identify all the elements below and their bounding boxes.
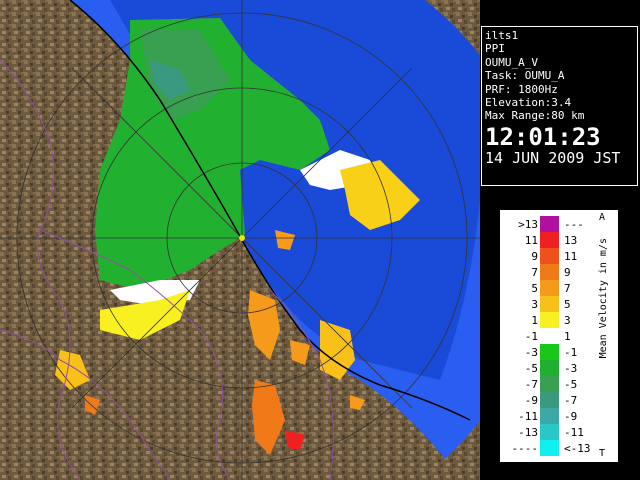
legend-swatch bbox=[540, 216, 559, 232]
max-range-value: Max Range:80 km bbox=[485, 109, 585, 123]
radar-site-marker bbox=[239, 235, 245, 241]
legend-label-left: -7 bbox=[524, 378, 538, 391]
legend-label-left: -5 bbox=[524, 362, 538, 375]
legend-label-left: -3 bbox=[524, 346, 538, 359]
legend-label-right: -5 bbox=[564, 378, 578, 391]
station-name: ilts1 bbox=[485, 29, 519, 42]
legend-label-right: 9 bbox=[564, 266, 571, 279]
legend-label-left: 11 bbox=[524, 234, 538, 247]
legend-swatch bbox=[540, 344, 559, 360]
legend-label-left: -13 bbox=[518, 426, 538, 439]
legend-swatch bbox=[540, 232, 559, 248]
elevation-value: Elevation:3.4 bbox=[485, 96, 572, 110]
info-panel: ilts1 PPI OUMU_A_V Task: OUMU_A PRF: 180… bbox=[481, 26, 638, 186]
legend-label-left: -9 bbox=[524, 394, 538, 407]
legend-label-left: 7 bbox=[531, 266, 538, 279]
legend-swatch bbox=[540, 280, 559, 296]
legend-swatch bbox=[540, 296, 559, 312]
legend-swatch bbox=[540, 376, 559, 392]
legend-label-left: 1 bbox=[531, 314, 538, 327]
legend-label-right: 5 bbox=[564, 298, 571, 311]
task-name: Task: OUMU_A bbox=[485, 69, 565, 83]
legend-label-right: 3 bbox=[564, 314, 571, 327]
legend-label-right: -1 bbox=[564, 346, 578, 359]
legend-swatch bbox=[540, 440, 559, 456]
legend-swatch bbox=[540, 248, 559, 264]
legend-label-right: --- bbox=[564, 218, 584, 231]
scan-time: 12:01:23 bbox=[485, 122, 601, 151]
legend-corner-bottom: T bbox=[599, 448, 606, 459]
legend-label-left: -11 bbox=[518, 410, 538, 423]
legend-label-left: 9 bbox=[531, 250, 538, 263]
legend-swatch bbox=[540, 312, 559, 328]
legend-label-left: 5 bbox=[531, 282, 538, 295]
product-name: OUMU_A_V bbox=[485, 55, 538, 69]
scan-date: 14 JUN 2009 JST bbox=[485, 148, 621, 167]
legend-label-right: -3 bbox=[564, 362, 578, 375]
prf-value: PRF: 1800Hz bbox=[485, 82, 558, 96]
legend-label-right: -11 bbox=[564, 426, 584, 439]
legend-label-left: >13 bbox=[518, 218, 538, 231]
legend-label-right: -9 bbox=[564, 410, 578, 423]
legend-label-right: <-13 bbox=[564, 442, 591, 455]
legend-label-right: 11 bbox=[564, 250, 578, 263]
legend-label-left: ---- bbox=[511, 442, 539, 455]
legend-swatch bbox=[540, 424, 559, 440]
legend-swatch bbox=[540, 408, 559, 424]
radar-ppi-map bbox=[0, 0, 480, 480]
scan-type: PPI bbox=[485, 42, 505, 56]
legend-swatch bbox=[540, 264, 559, 280]
legend-swatch bbox=[540, 360, 559, 376]
legend-corner-top: A bbox=[599, 212, 606, 223]
legend-title: Mean Velocity in m/s bbox=[598, 238, 609, 359]
legend-label-right: 1 bbox=[564, 330, 571, 343]
legend-label-right: 7 bbox=[564, 282, 571, 295]
legend-swatch bbox=[540, 328, 559, 344]
velocity-legend: A Mean Velocity in m/s T >13 --- 11 13 9 11 7 9… bbox=[500, 210, 618, 462]
legend-swatch bbox=[540, 392, 559, 408]
legend-label-left: -1 bbox=[524, 330, 538, 343]
legend-label-right: 13 bbox=[564, 234, 578, 247]
legend-label-right: -7 bbox=[564, 394, 578, 407]
legend-label-left: 3 bbox=[531, 298, 538, 311]
